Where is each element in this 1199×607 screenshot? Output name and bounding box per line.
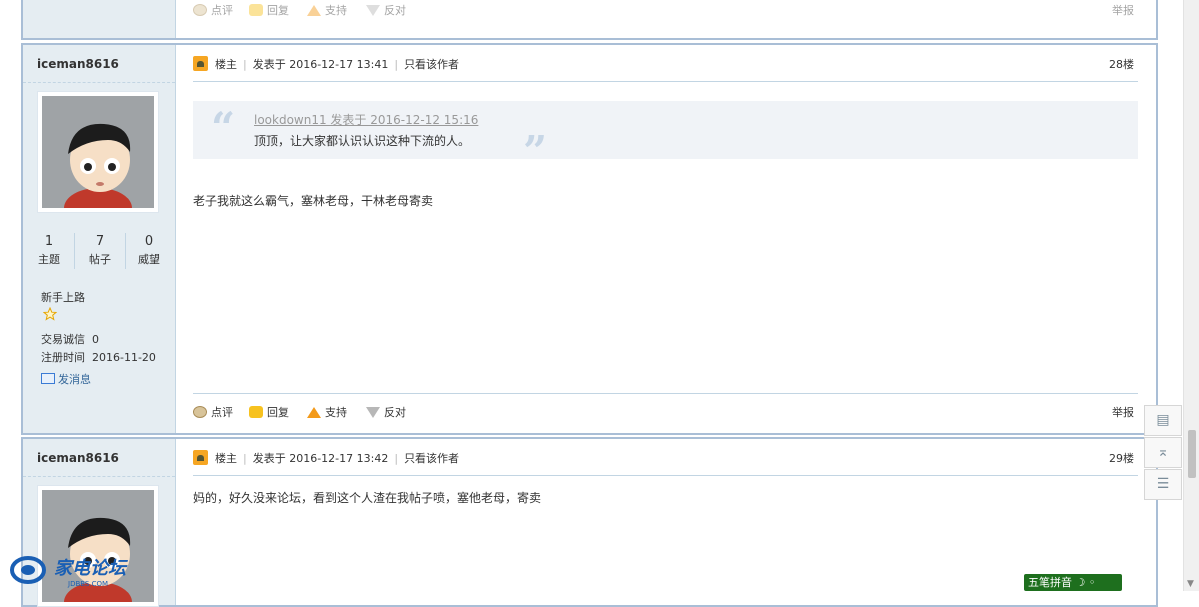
reply-action[interactable]: 回复 bbox=[249, 2, 289, 18]
side-toolbar: ▤ ⌅ ☰ bbox=[1144, 405, 1182, 501]
comment-icon bbox=[193, 406, 207, 418]
back-to-list-button[interactable]: ☰ bbox=[1144, 469, 1182, 500]
only-author-link[interactable]: 只看该作者 bbox=[404, 452, 459, 465]
reply-icon bbox=[249, 406, 263, 418]
floor-number[interactable]: 28楼 bbox=[1109, 56, 1134, 72]
post-content: 老子我就这么霸气，塞林老母，干林老母寄卖 bbox=[193, 194, 434, 208]
envelope-icon bbox=[41, 373, 55, 384]
support-action[interactable]: 支持 bbox=[307, 2, 347, 18]
oppose-action[interactable]: 反对 bbox=[366, 404, 406, 420]
user-rank: 新手上路 bbox=[41, 291, 85, 304]
post-meta: 楼主 | 发表于 2016-12-17 13:41 | 只看该作者 bbox=[215, 58, 460, 71]
quick-reply-button[interactable]: ▤ bbox=[1144, 405, 1182, 436]
previous-post: 点评 回复 支持 反对 举报 bbox=[21, 0, 1158, 40]
post-header: 楼主 | 发表于 2016-12-17 13:42 | 只看该作者 29楼 bbox=[193, 439, 1138, 476]
comment-icon bbox=[193, 4, 207, 16]
reply-icon bbox=[249, 4, 263, 16]
scroll-down-arrow-icon[interactable]: ▼ bbox=[1187, 579, 1194, 589]
ime-mode-label: 五笔拼音 bbox=[1028, 576, 1072, 589]
previous-author-column bbox=[23, 0, 176, 38]
post-time: 发表于 2016-12-17 13:42 bbox=[252, 452, 389, 465]
support-action[interactable]: 支持 bbox=[307, 404, 347, 420]
author-column: iceman8616 1 主题 7 帖子 0 威望 新手上路 交易诚信 0 注册… bbox=[23, 45, 176, 433]
author-stats: 1 主题 7 帖子 0 威望 bbox=[23, 233, 175, 273]
comment-icon: ▤ bbox=[1156, 412, 1170, 428]
post-header: 楼主 | 发表于 2016-12-17 13:41 | 只看该作者 28楼 bbox=[193, 45, 1138, 82]
register-info: 注册时间 2016-11-20 bbox=[41, 351, 156, 364]
host-icon bbox=[193, 56, 208, 71]
back-to-top-button[interactable]: ⌅ bbox=[1144, 437, 1182, 468]
stat-posts[interactable]: 7 帖子 bbox=[74, 233, 126, 269]
support-arrow-icon bbox=[307, 5, 321, 16]
list-icon: ☰ bbox=[1156, 476, 1170, 492]
scroll-thumb[interactable] bbox=[1188, 430, 1196, 478]
post-meta: 楼主 | 发表于 2016-12-17 13:42 | 只看该作者 bbox=[215, 452, 460, 465]
support-arrow-icon bbox=[307, 407, 321, 418]
vertical-scrollbar[interactable]: ▼ bbox=[1183, 0, 1199, 591]
avatar-image bbox=[42, 96, 154, 208]
host-icon bbox=[193, 450, 208, 465]
report-link[interactable]: 举报 bbox=[1112, 2, 1134, 18]
back-to-top-icon: ⌅ bbox=[1157, 444, 1169, 460]
ime-status-bar[interactable]: 五笔拼音 ☽ ◦ bbox=[1024, 574, 1122, 591]
oppose-arrow-icon bbox=[366, 5, 380, 16]
post-29: iceman8616 楼主 | 发表于 2016-12-17 13:42 | 只看该作者… bbox=[21, 437, 1158, 607]
only-author-link[interactable]: 只看该作者 bbox=[404, 58, 459, 71]
oppose-action[interactable]: 反对 bbox=[366, 2, 406, 18]
post-28: iceman8616 1 主题 7 帖子 0 威望 新手上路 交易诚信 0 注册… bbox=[21, 43, 1158, 435]
site-logo: 家电论坛 JDBBS.COM bbox=[10, 556, 128, 588]
logo-subtext: JDBBS.COM bbox=[67, 580, 108, 588]
previous-post-actions: 点评 回复 支持 反对 举报 bbox=[193, 0, 1138, 26]
comment-action[interactable]: 点评 bbox=[193, 2, 233, 18]
open-quote-icon: “ bbox=[211, 103, 236, 152]
star-icon bbox=[43, 307, 57, 321]
quote-text: 顶顶，让大家都认识认识这种下流的人。 bbox=[254, 134, 471, 148]
comment-action[interactable]: 点评 bbox=[193, 404, 233, 420]
author-name[interactable]: iceman8616 bbox=[23, 45, 175, 83]
quote-source-link[interactable]: lookdown11 发表于 2016-12-12 15:16 bbox=[254, 111, 478, 128]
post-actions: 点评 回复 支持 反对 举报 bbox=[193, 393, 1138, 428]
quote-block: “ lookdown11 发表于 2016-12-12 15:16 顶顶，让大家… bbox=[193, 101, 1138, 176]
report-link[interactable]: 举报 bbox=[1112, 404, 1134, 420]
author-name[interactable]: iceman8616 bbox=[23, 439, 175, 477]
oppose-arrow-icon bbox=[366, 407, 380, 418]
logo-text: 家电论坛 bbox=[54, 558, 128, 579]
post-time: 发表于 2016-12-17 13:41 bbox=[252, 58, 389, 71]
reply-action[interactable]: 回复 bbox=[249, 404, 289, 420]
post-content: 妈的，好久没来论坛，看到这个人渣在我帖子喷，塞他老母，寄卖 bbox=[193, 491, 542, 505]
forum-page: 点评 回复 支持 反对 举报 iceman8616 1 主题 7 帖子 0 威望… bbox=[0, 0, 1199, 607]
send-message-link[interactable]: 发消息 bbox=[41, 371, 91, 387]
trust-info: 交易诚信 0 bbox=[41, 333, 99, 346]
close-quote-icon: ” bbox=[523, 127, 548, 176]
avatar[interactable] bbox=[37, 91, 159, 213]
floor-number[interactable]: 29楼 bbox=[1109, 450, 1134, 466]
stat-prestige[interactable]: 0 威望 bbox=[124, 233, 174, 269]
stat-threads[interactable]: 1 主题 bbox=[24, 233, 74, 269]
